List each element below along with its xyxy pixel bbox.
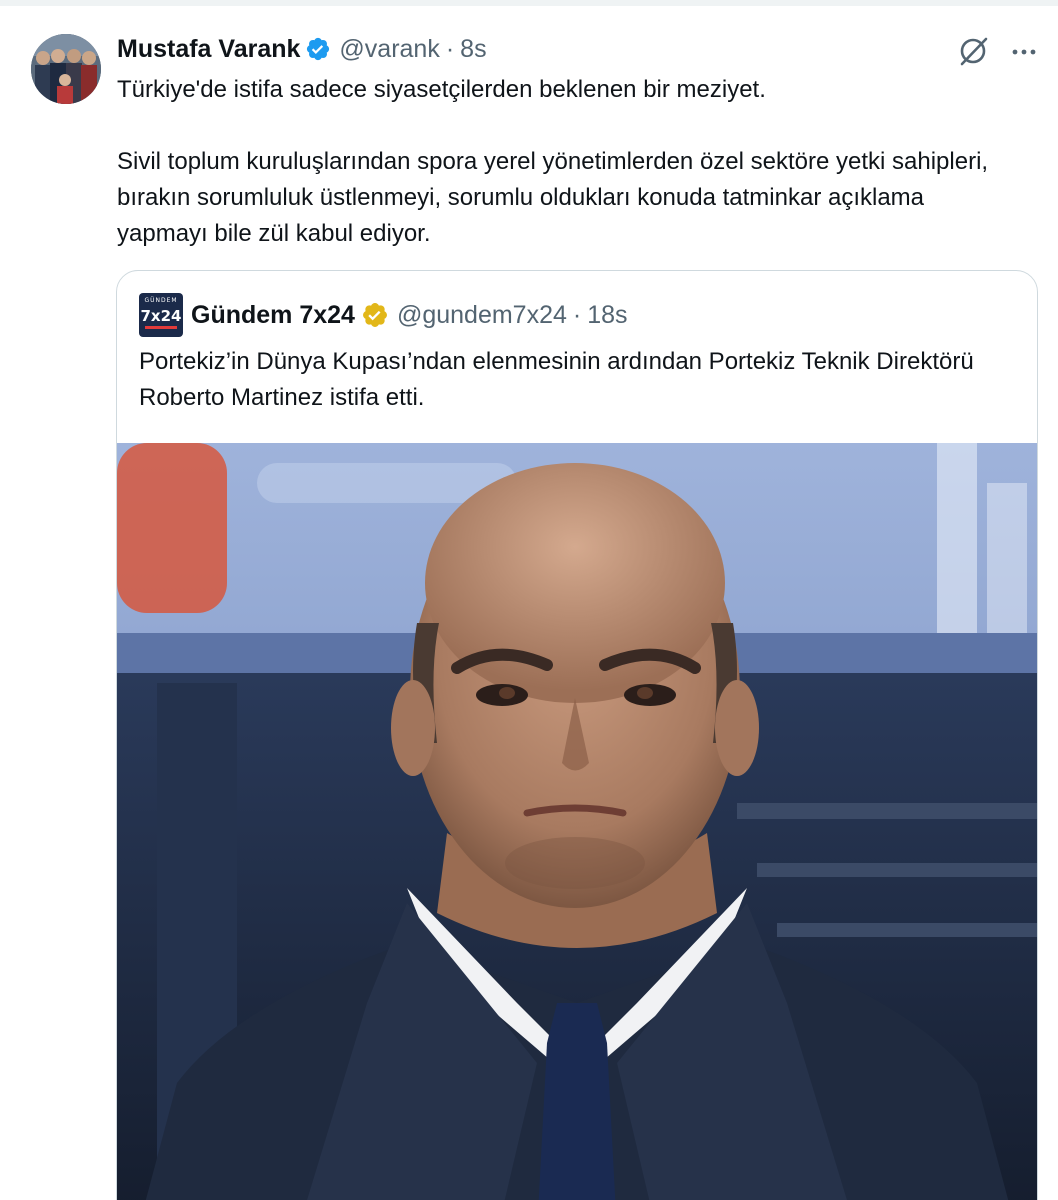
grok-icon[interactable]: [957, 34, 991, 68]
tweet-text-line1: Türkiye'de istifa sadece siyasetçilerden…: [117, 76, 766, 103]
tweet-text: Türkiye'de istifa sadece siyasetçilerden…: [117, 72, 1017, 252]
more-options-icon[interactable]: [1010, 38, 1038, 66]
verified-badge-icon: [305, 36, 331, 62]
quote-handle[interactable]: @gundem7x24: [397, 301, 567, 330]
logo-big-text: 7x24: [140, 307, 182, 325]
tweet-text-paragraph2: Sivil toplum kuruluşlarından spora yerel…: [117, 148, 989, 247]
gold-verified-badge-icon: [361, 301, 389, 329]
top-divider: [0, 0, 1058, 6]
quoted-tweet-card[interactable]: GÜNDEM 7x24 Gündem 7x24 @gundem7x24 · 18…: [116, 270, 1038, 1200]
quote-avatar-logo[interactable]: GÜNDEM 7x24: [139, 293, 183, 337]
display-name[interactable]: Mustafa Varank: [117, 35, 300, 64]
tweet-header: Mustafa Varank @varank · 8s: [117, 32, 487, 66]
logo-small-text: GÜNDEM: [144, 297, 178, 304]
quote-display-name[interactable]: Gündem 7x24: [191, 301, 355, 330]
tweet-container: Mustafa Varank @varank · 8s Türkiye'de i…: [0, 0, 1058, 1200]
logo-stripe: [145, 326, 177, 329]
quote-separator-dot: ·: [572, 300, 582, 329]
quote-timestamp[interactable]: 18s: [587, 301, 627, 330]
quote-text: Portekiz’in Dünya Kupası’ndan elenmesini…: [139, 348, 974, 411]
avatar[interactable]: [31, 34, 101, 104]
handle[interactable]: @varank: [339, 35, 439, 64]
quote-header: GÜNDEM 7x24 Gündem 7x24 @gundem7x24 · 18…: [139, 293, 628, 337]
separator-dot: ·: [445, 34, 455, 63]
timestamp[interactable]: 8s: [460, 35, 486, 64]
quote-photo[interactable]: [117, 443, 1037, 1200]
